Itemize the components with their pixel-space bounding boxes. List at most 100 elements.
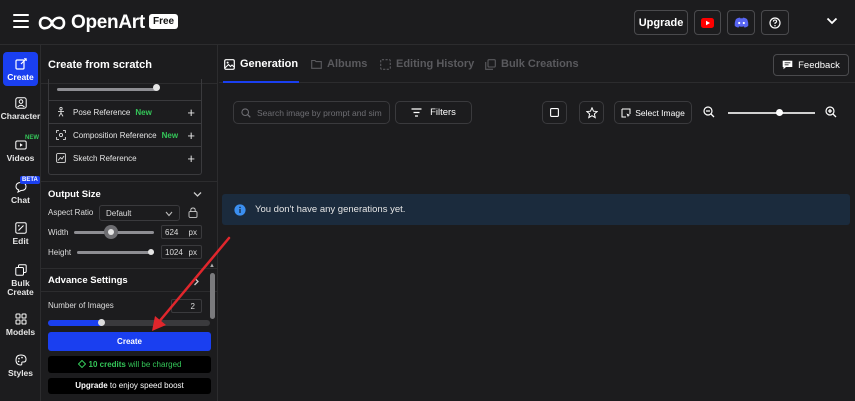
favorites-button[interactable] [579,101,604,124]
add-sketch-reference-icon[interactable]: + [187,151,195,166]
width-input[interactable]: 624 px [161,225,202,239]
main-tabs: Generation Albums Editing History Bulk C… [219,45,855,83]
chevron-right-icon[interactable] [193,277,200,286]
star-icon [585,106,598,119]
create-button[interactable]: Create [48,332,211,351]
number-of-images-label: Number of Images [48,301,114,310]
width-value: 624 [165,228,179,237]
tab-generation[interactable]: Generation [224,58,298,70]
credits-suffix: will be charged [125,360,182,369]
brand-logo[interactable]: OpenArt [37,12,145,34]
pose-reference-row[interactable]: Pose Reference New + [49,100,201,123]
nav-videos[interactable]: NEW Videos [0,135,41,163]
height-slider[interactable] [77,251,154,254]
composition-reference-label: Composition Reference [73,130,157,140]
upgrade-link[interactable]: Upgrade [75,381,107,390]
credits-notice: 10 credits will be charged [48,356,211,373]
nav-create-label: Create [7,72,34,82]
nav-models[interactable]: Models [0,313,41,337]
pose-icon [58,107,64,117]
tab-albums[interactable]: Albums [311,58,367,70]
height-input[interactable]: 1024 px [161,245,202,259]
width-label: Width [48,228,69,237]
filter-icon [411,108,422,117]
chevron-down-icon[interactable] [826,16,838,26]
tab-editing-history[interactable]: Editing History [380,58,474,70]
height-value: 1024 [165,248,183,257]
nav-chat[interactable]: BETA Chat [0,176,41,205]
plan-badge: Free [149,14,179,29]
folder-icon [311,59,322,69]
openart-logo-icon [38,16,66,30]
composition-icon [56,130,66,140]
character-icon [14,97,27,109]
zoom-out-icon[interactable] [703,106,715,118]
reference-box: Pose Reference New + Composition Referen… [48,79,202,175]
slider-fill [48,320,102,326]
zoom-slider-knob[interactable] [776,109,783,116]
tab-albums-label: Albums [327,58,368,70]
create-panel: Create from scratch Pose Reference New +… [41,45,218,401]
nav-styles[interactable]: Styles [0,354,41,378]
panel-title: Create from scratch [48,59,152,71]
new-tag: New [135,107,152,117]
width-slider-knob[interactable] [108,229,114,235]
feedback-icon [782,60,793,70]
advance-settings-heading[interactable]: Advance Settings [48,275,128,286]
width-unit: px [188,228,197,237]
panel-divider [41,181,217,182]
sketch-icon [56,153,66,163]
number-of-images-input[interactable]: 2 [171,299,202,313]
zoom-in-icon[interactable] [825,106,837,118]
speed-boost-notice[interactable]: Upgrade to enjoy speed boost [48,378,211,394]
nav-chat-label: Chat [11,195,30,205]
feedback-button[interactable]: Feedback [773,54,849,76]
styles-icon [14,354,27,366]
new-badge: NEW [25,135,39,141]
info-icon [234,203,246,216]
nav-character[interactable]: Character [0,97,41,121]
number-of-images-slider[interactable] [48,320,210,326]
panel-scrollbar[interactable] [210,273,215,319]
lock-icon[interactable] [188,207,198,218]
add-pose-reference-icon[interactable]: + [187,105,195,120]
bulk-create-icon [14,264,27,276]
discord-button[interactable] [727,10,755,35]
zoom-slider[interactable] [728,112,815,114]
nav-bulk-create[interactable]: Bulk Create [0,264,41,297]
nav-create[interactable]: Create [3,52,38,86]
search-box[interactable] [233,101,390,124]
reference-strength-slider[interactable] [57,88,157,91]
sketch-reference-label: Sketch Reference [73,153,137,163]
models-icon [15,313,26,325]
discord-icon [734,17,748,28]
select-image-icon [621,108,631,117]
output-size-heading[interactable]: Output Size [48,189,101,200]
composition-reference-row[interactable]: Composition Reference New + [49,123,201,146]
help-button[interactable] [761,10,789,35]
left-nav-rail: Create Character NEW Videos BETA Chat Ed… [0,45,41,401]
brand-name: OpenArt [71,12,145,33]
select-image-button[interactable]: Select Image [614,101,692,124]
pose-reference-label: Pose Reference [73,107,131,117]
filters-button[interactable]: Filters [395,101,472,124]
menu-icon[interactable] [13,14,29,28]
editing-history-icon [380,58,391,70]
upgrade-button[interactable]: Upgrade [634,10,688,35]
youtube-button[interactable] [694,10,721,35]
chevron-down-icon[interactable] [193,191,202,198]
sketch-reference-row[interactable]: Sketch Reference + [49,146,201,169]
select-all-checkbox[interactable] [542,101,567,124]
bulk-creations-icon [485,58,496,70]
tab-bulk-creations[interactable]: Bulk Creations [485,58,579,70]
nav-edit[interactable]: Edit [0,222,41,246]
scroll-up-icon[interactable]: ▲ [209,263,215,269]
search-input[interactable] [257,107,382,118]
checkbox-icon [550,108,559,117]
reference-strength-knob[interactable] [153,84,160,91]
nav-videos-label: Videos [6,153,35,163]
add-composition-reference-icon[interactable]: + [187,128,195,143]
chevron-down-icon [165,211,173,217]
height-slider-knob[interactable] [148,249,154,255]
aspect-ratio-select[interactable]: Default [99,205,180,221]
